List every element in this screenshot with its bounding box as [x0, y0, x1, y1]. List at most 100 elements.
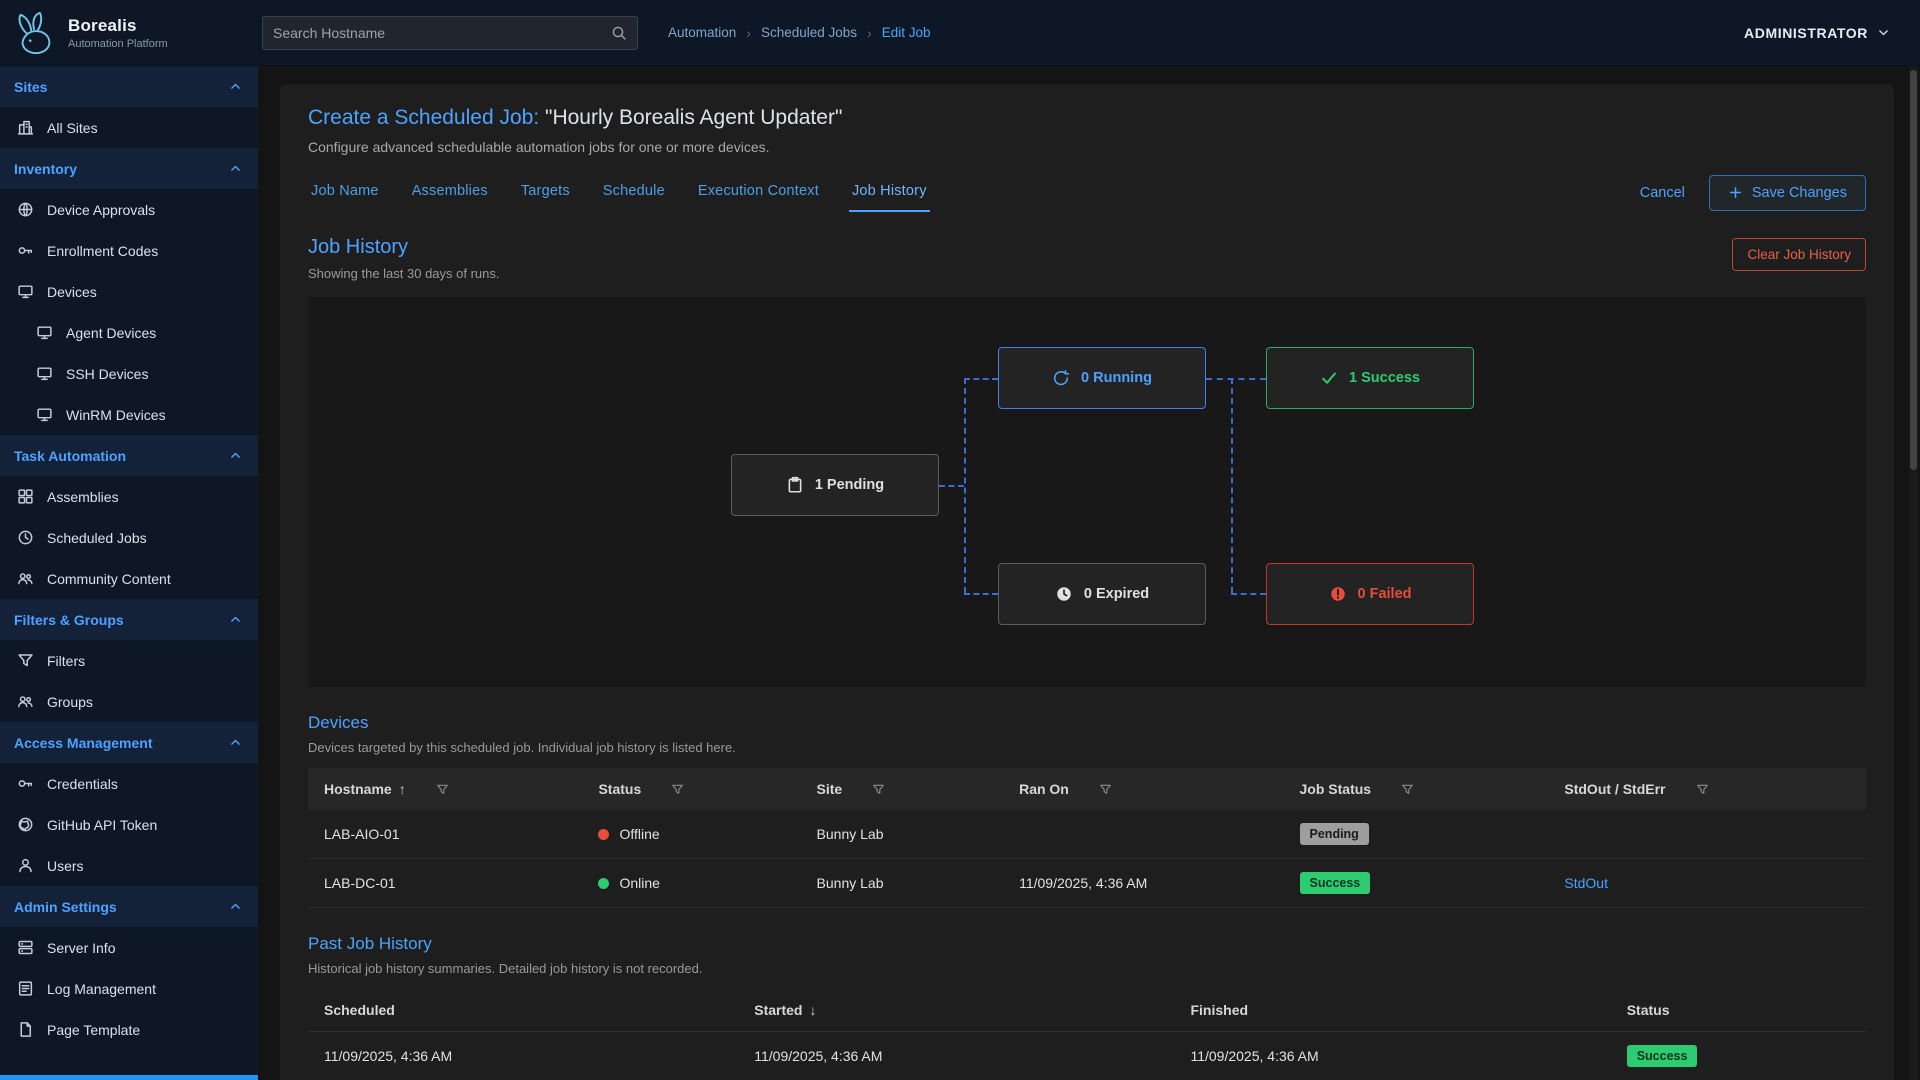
cell-job-status: Success	[1290, 859, 1555, 908]
sidebar-item-agent-devices[interactable]: Agent Devices	[0, 312, 258, 353]
page-title-job-name: "Hourly Borealis Agent Updater"	[545, 106, 842, 129]
sidebar-item-devices[interactable]: Devices	[0, 271, 258, 312]
sidebar-item-server-info[interactable]: Server Info	[0, 927, 258, 968]
tab-assemblies[interactable]: Assemblies	[409, 173, 491, 212]
brand-subtitle: Automation Platform	[68, 38, 168, 50]
tabs-row: Job Name Assemblies Targets Schedule Executi…	[308, 173, 1866, 212]
sidebar-item-groups[interactable]: Groups	[0, 681, 258, 722]
sidebar-item-enrollment-codes[interactable]: Enrollment Codes	[0, 230, 258, 271]
past-job-history-heading: Past Job History	[308, 934, 1866, 954]
tab-job-name[interactable]: Job Name	[308, 173, 382, 212]
page-title: Create a Scheduled Job: "Hourly Borealis…	[308, 106, 1866, 130]
past-history-row: 11/09/2025, 4:36 AM11/09/2025, 4:36 AM11…	[308, 1032, 1866, 1080]
sidebar-item-all-sites[interactable]: All Sites	[0, 107, 258, 148]
sidebar-item-users[interactable]: Users	[0, 845, 258, 886]
sidebar-item-ssh-devices[interactable]: SSH Devices	[0, 353, 258, 394]
tab-job-history[interactable]: Job History	[849, 173, 930, 212]
sort-ascending-icon[interactable]: ↑	[399, 781, 406, 797]
sidebar-item-label: SSH Devices	[66, 366, 148, 382]
user-menu-button[interactable]: ADMINISTRATOR	[1744, 25, 1890, 41]
sidebar-item-filters[interactable]: Filters	[0, 640, 258, 681]
filter-icon[interactable]	[1696, 783, 1709, 796]
flow-expired-label: 0 Expired	[1084, 586, 1149, 602]
tab-bar: Job Name Assemblies Targets Schedule Executi…	[308, 173, 957, 212]
sidebar-item-label: Scheduled Jobs	[47, 530, 147, 546]
plus-icon	[1728, 185, 1743, 200]
cell-site: Bunny Lab	[807, 810, 1010, 859]
sort-descending-icon[interactable]: ↓	[809, 1002, 816, 1018]
log-icon	[17, 980, 34, 997]
devices-column-job-status[interactable]: Job Status	[1290, 768, 1555, 810]
filter-icon[interactable]	[436, 783, 449, 796]
stdout-link[interactable]: StdOut	[1564, 875, 1608, 891]
past-history-column-started[interactable]: Started ↓	[744, 989, 1180, 1032]
past-history-column-scheduled[interactable]: Scheduled	[308, 989, 744, 1032]
sidebar-item-log-management[interactable]: Log Management	[0, 968, 258, 1009]
devices-column-ran-on[interactable]: Ran On	[1009, 768, 1289, 810]
job-history-heading: Job History	[308, 236, 500, 259]
sidebar-section-task-automation[interactable]: Task Automation	[0, 435, 258, 476]
devices-header-row: Hostname↑ Status Site Ran On Job StatusStdOu…	[308, 768, 1866, 810]
devices-column-hostname[interactable]: Hostname↑	[308, 768, 588, 810]
job-status-badge: Success	[1300, 872, 1371, 894]
sidebar-item-winrm-devices[interactable]: WinRM Devices	[0, 394, 258, 435]
user-icon	[17, 857, 34, 874]
sidebar-section-label: Inventory	[14, 161, 77, 177]
tab-execution-context[interactable]: Execution Context	[695, 173, 822, 212]
tab-targets[interactable]: Targets	[518, 173, 573, 212]
past-history-column-finished[interactable]: Finished	[1180, 989, 1616, 1032]
sidebar-section-admin-settings[interactable]: Admin Settings	[0, 886, 258, 927]
chevron-up-icon	[229, 613, 242, 626]
search-icon[interactable]	[611, 25, 627, 41]
sidebar-item-credentials[interactable]: Credentials	[0, 763, 258, 804]
save-changes-button[interactable]: Save Changes	[1709, 175, 1866, 211]
sidebar-item-page-template[interactable]: Page Template	[0, 1009, 258, 1050]
search-input[interactable]	[273, 25, 603, 41]
cell-status: Online	[588, 859, 806, 908]
filter-icon[interactable]	[1401, 783, 1414, 796]
filter-icon[interactable]	[872, 783, 885, 796]
clock-icon	[1055, 585, 1073, 603]
device-row-lab-dc-01[interactable]: LAB-DC-01OnlineBunny Lab11/09/2025, 4:36…	[308, 859, 1866, 908]
sidebar-item-assemblies[interactable]: Assemblies	[0, 476, 258, 517]
breadcrumb-item-edit-job: Edit Job	[882, 25, 931, 40]
breadcrumb: Automation›Scheduled Jobs›Edit Job	[668, 25, 931, 41]
sidebar-item-label: Device Approvals	[47, 202, 155, 218]
devices-column-status[interactable]: Status	[588, 768, 806, 810]
column-label: Ran On	[1019, 781, 1069, 797]
sidebar-item-label: All Sites	[47, 120, 98, 136]
sidebar-item-label: Assemblies	[47, 489, 119, 505]
filter-icon[interactable]	[671, 783, 684, 796]
sidebar-item-github-api-token[interactable]: GitHub API Token	[0, 804, 258, 845]
sidebar-section-filters-groups[interactable]: Filters & Groups	[0, 599, 258, 640]
filter-icon[interactable]	[1099, 783, 1112, 796]
clipboard-icon	[786, 476, 804, 494]
sidebar-horizontal-scrollbar[interactable]	[0, 1075, 258, 1080]
tab-schedule[interactable]: Schedule	[600, 173, 668, 212]
connector-line	[964, 593, 998, 595]
breadcrumb-item-automation[interactable]: Automation	[668, 25, 736, 40]
past-job-history-note: Historical job history summaries. Detail…	[308, 961, 1866, 976]
status-badge: Success	[1627, 1045, 1698, 1067]
main-scrollbar[interactable]	[1909, 66, 1918, 1080]
save-changes-label: Save Changes	[1752, 185, 1847, 201]
column-label: Started	[754, 1002, 802, 1018]
sidebar-section-label: Sites	[14, 79, 47, 95]
devices-column-site[interactable]: Site	[807, 768, 1010, 810]
column-label: Status	[598, 781, 641, 797]
main-scrollbar-thumb[interactable]	[1910, 70, 1917, 470]
device-row-lab-aio-01[interactable]: LAB-AIO-01OfflineBunny LabPending	[308, 810, 1866, 859]
past-history-column-status[interactable]: Status	[1617, 989, 1866, 1032]
breadcrumb-item-scheduled-jobs[interactable]: Scheduled Jobs	[761, 25, 857, 40]
sidebar-section-inventory[interactable]: Inventory	[0, 148, 258, 189]
sidebar-item-scheduled-jobs[interactable]: Scheduled Jobs	[0, 517, 258, 558]
sidebar-section-sites[interactable]: Sites	[0, 66, 258, 107]
clear-job-history-button[interactable]: Clear Job History	[1732, 238, 1866, 271]
column-label: Status	[1627, 1002, 1670, 1018]
sidebar-item-community-content[interactable]: Community Content	[0, 558, 258, 599]
devices-column-stdout-stderr[interactable]: StdOut / StdErr	[1554, 768, 1866, 810]
sidebar-section-access-management[interactable]: Access Management	[0, 722, 258, 763]
cancel-button[interactable]: Cancel	[1640, 185, 1685, 201]
sidebar-item-label: Enrollment Codes	[47, 243, 158, 259]
sidebar-item-device-approvals[interactable]: Device Approvals	[0, 189, 258, 230]
